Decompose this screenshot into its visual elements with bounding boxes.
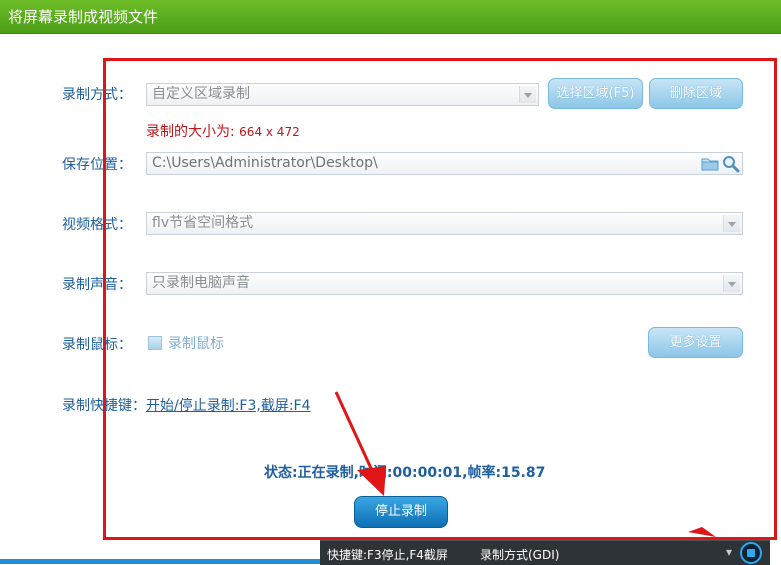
bottom-strip — [0, 559, 320, 564]
recording-toolbar: 快捷键:F3停止,F4截屏 录制方式(GDI) ▾ — [320, 540, 770, 565]
arrow-head — [357, 466, 386, 496]
arrow-shaft — [334, 391, 377, 478]
stop-record-icon[interactable] — [740, 542, 762, 564]
chevron-down-icon[interactable]: ▾ — [726, 545, 732, 559]
toolbar-hotkeys: 快捷键:F3停止,F4截屏 — [327, 548, 448, 562]
annotation-arrows — [334, 391, 716, 537]
arrow-fragment — [688, 527, 716, 537]
toolbar-record-mode: 录制方式(GDI) — [480, 548, 560, 562]
